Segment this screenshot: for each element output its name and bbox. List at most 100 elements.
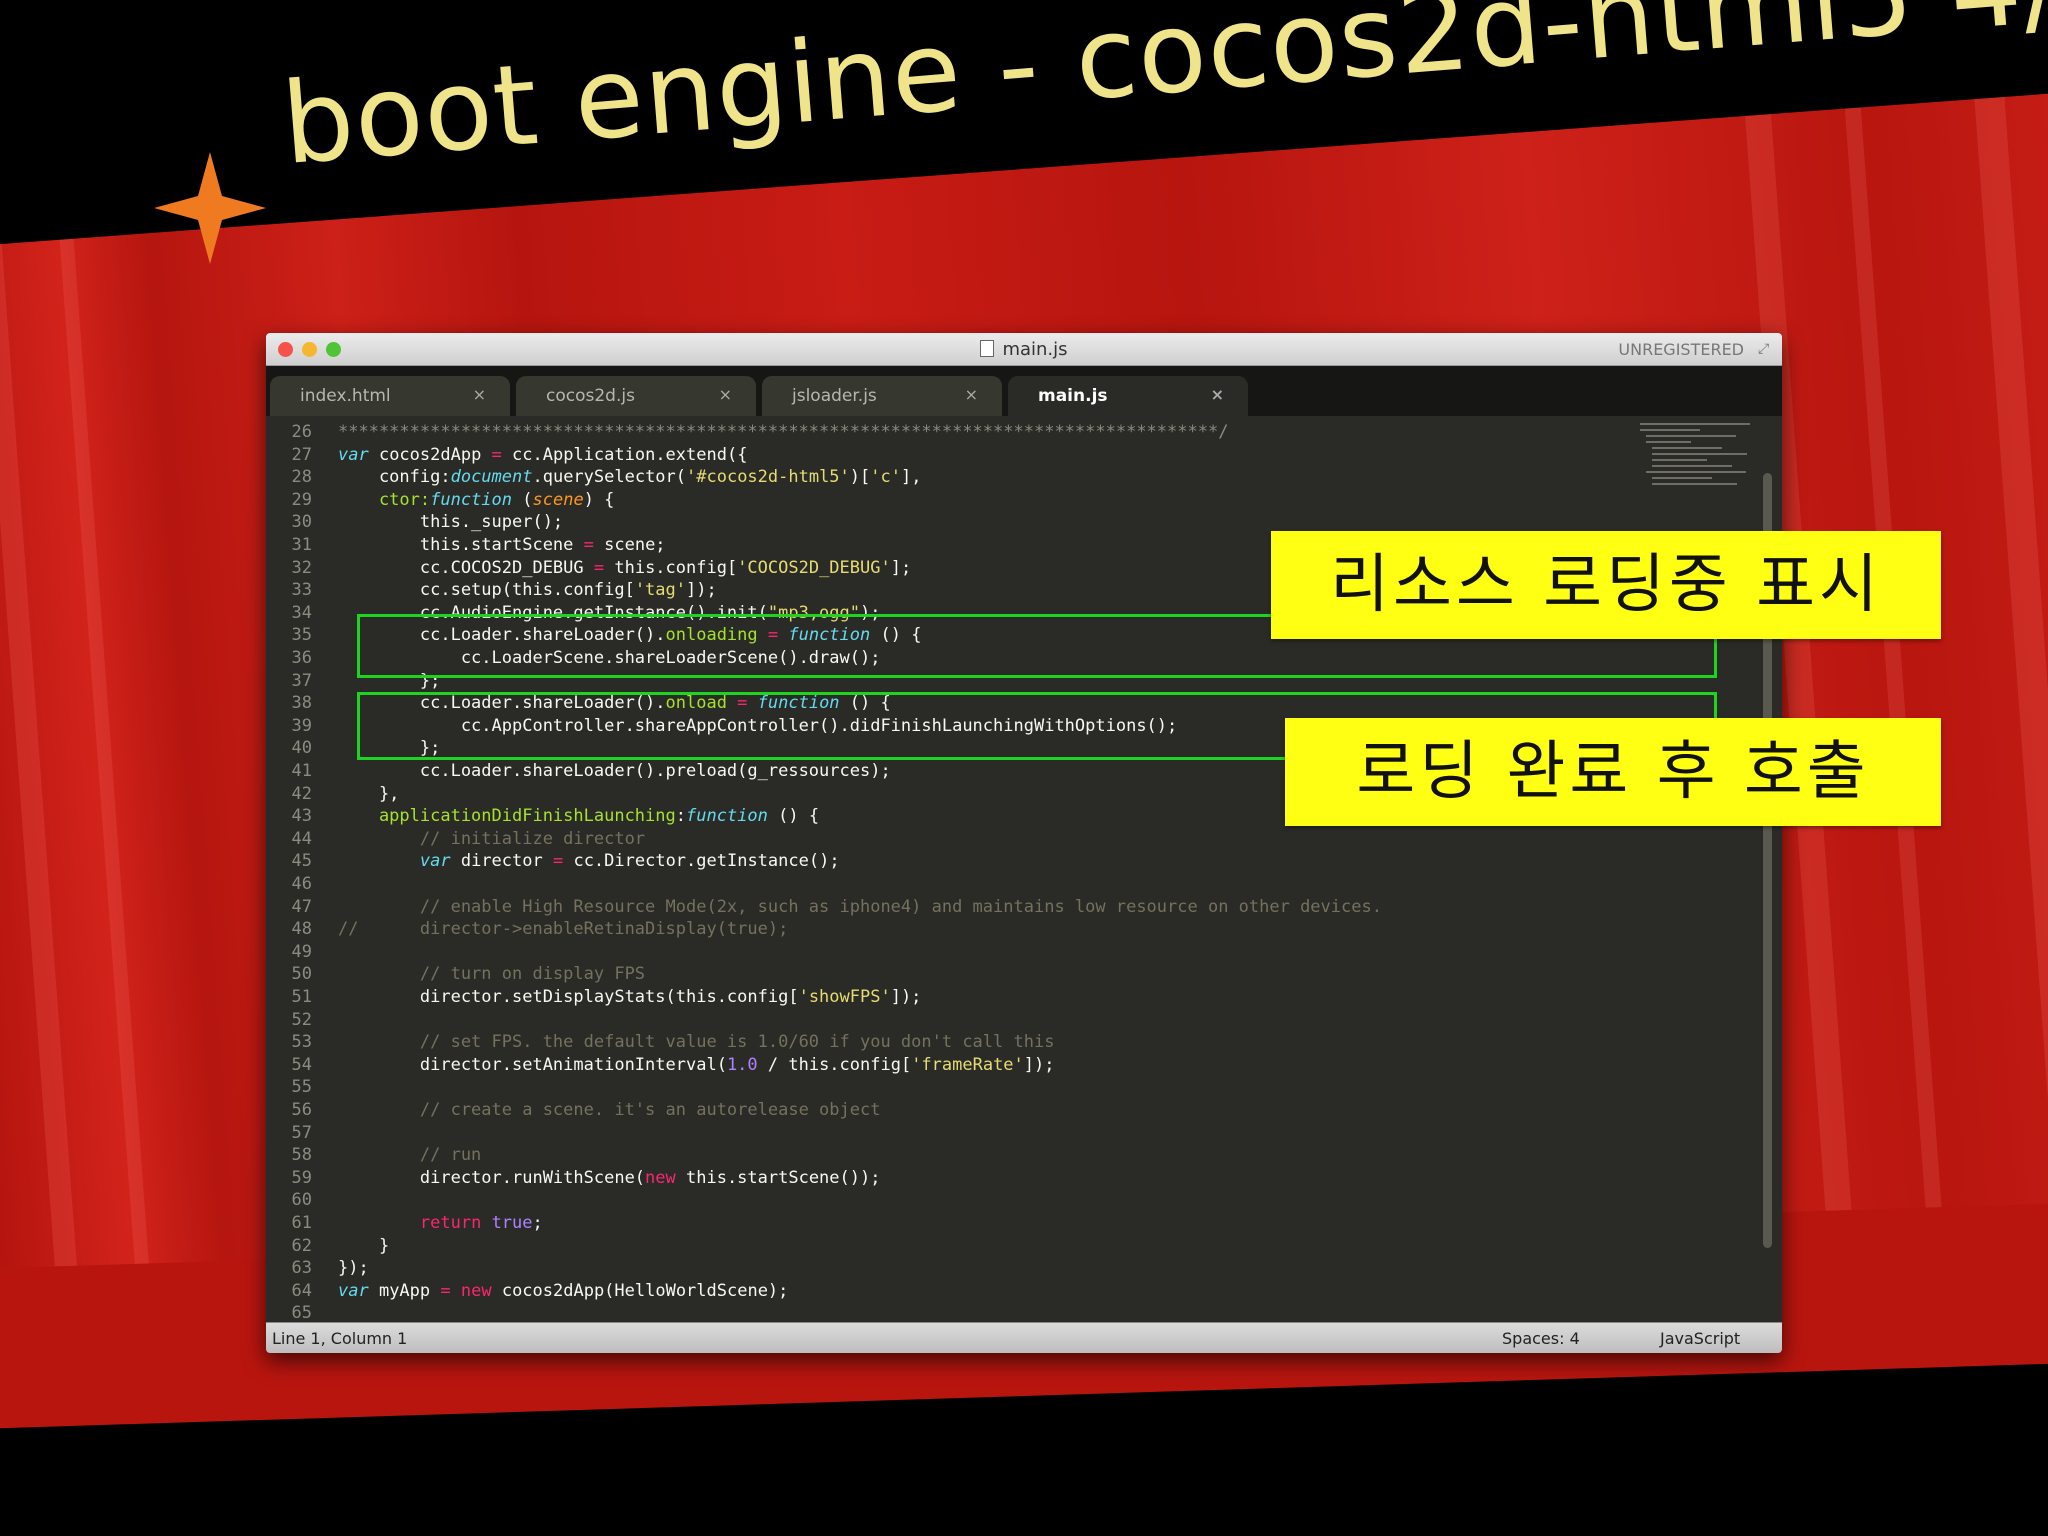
code-text: this.startScene()); (675, 1167, 881, 1188)
code-keyword: document (450, 467, 533, 488)
code-line: // initialize director (338, 828, 645, 851)
code-line: var cocos2dApp = cc.Application.extend({ (338, 444, 747, 467)
curtain-stripe (1974, 96, 2048, 1257)
line-number: 36 (291, 648, 312, 668)
code-text: cc.Loader.shareLoader().preload(g_ressou… (338, 761, 891, 781)
line-number: 29 (291, 489, 312, 510)
code-text: : (675, 806, 687, 827)
syntax-selector[interactable]: JavaScript (1660, 1329, 1740, 1348)
line-number: 54 (291, 1054, 312, 1075)
code-text: director (450, 851, 553, 872)
tab-close-icon[interactable]: × (473, 385, 486, 404)
line-number: 51 (291, 987, 312, 1007)
code-keyword: function (686, 806, 768, 827)
code-line: director.setDisplayStats(this.config['sh… (338, 986, 922, 1009)
code-keyword: new (460, 1280, 492, 1301)
tab-close-icon[interactable]: × (965, 385, 978, 404)
code-constant: true (491, 1213, 533, 1233)
minimap-line (1646, 471, 1746, 473)
window-title: main.js (266, 339, 1782, 360)
line-number: 39 (291, 715, 312, 736)
code-text: ]); (890, 987, 922, 1007)
code-operator: = (583, 535, 594, 555)
tab-close-icon[interactable]: × (1211, 385, 1224, 404)
code-keyword: var (338, 1280, 369, 1301)
load-complete-callout: 로딩 완료 후 호출 (1285, 718, 1941, 826)
line-number: 40 (291, 738, 312, 759)
line-number: 37 (291, 670, 312, 691)
line-number: 33 (291, 580, 312, 601)
tab-cocos2d-js[interactable]: cocos2d.js × (516, 376, 756, 416)
code-line: }); (338, 1257, 369, 1280)
unregistered-label: UNREGISTERED (1618, 340, 1744, 359)
tab-label: main.js (1038, 386, 1108, 406)
line-number: 45 (291, 851, 312, 872)
tab-close-icon[interactable]: × (719, 385, 732, 404)
code-comment: // enable High Resource Mode(2x, such as… (338, 896, 1382, 917)
code-text: } (338, 1235, 390, 1256)
code-line: director.setAnimationInterval(1.0 / this… (338, 1054, 1055, 1077)
code-keyword: var (338, 444, 369, 465)
code-function-name: ctor: (338, 489, 431, 510)
code-function-name: applicationDidFinishLaunching (338, 806, 676, 827)
line-number: 32 (291, 557, 312, 578)
code-line: config:document.querySelector('#cocos2d-… (338, 466, 922, 489)
code-operator: = (440, 1280, 451, 1301)
code-text: cocos2dApp(HelloWorldScene); (491, 1280, 789, 1301)
line-number: 50 (291, 964, 312, 985)
line-number: 61 (291, 1213, 312, 1233)
code-text: director.setAnimationInterval( (338, 1054, 727, 1075)
code-line: this.startScene = scene; (338, 534, 666, 557)
tab-jsloader-js[interactable]: jsloader.js × (762, 376, 1002, 416)
line-number: 64 (291, 1280, 312, 1301)
code-text: ; (532, 1213, 543, 1233)
code-line: // run (338, 1144, 481, 1167)
line-number: 57 (291, 1122, 312, 1143)
slide: boot engine - cocos2d-html5 4/8 main.js … (0, 0, 2048, 1536)
code-text: cc.Application.extend({ (501, 444, 748, 465)
code-line: // enable High Resource Mode(2x, such as… (338, 896, 1382, 919)
tab-bar: index.html × cocos2d.js × jsloader.js × … (266, 366, 1782, 416)
line-number: 42 (291, 783, 312, 804)
code-text: }, (338, 783, 400, 804)
line-number: 34 (291, 602, 312, 623)
code-text: )[ (849, 467, 871, 488)
code-text: this.config[ (604, 557, 738, 578)
code-text: director.setDisplayStats(this.config[ (338, 987, 799, 1007)
line-number: 43 (291, 806, 312, 827)
code-text: this._super(); (338, 512, 564, 533)
star-bullet-icon (154, 152, 266, 264)
code-line: // turn on display FPS (338, 963, 645, 986)
line-number: 41 (291, 761, 312, 781)
line-number: 59 (291, 1167, 312, 1188)
minimap-line (1646, 435, 1736, 437)
code-keyword: var (419, 851, 451, 872)
code-parameter: scene (532, 489, 584, 510)
tab-main-js[interactable]: main.js × (1008, 376, 1248, 416)
document-icon (980, 340, 995, 357)
code-text: cocos2dApp (368, 444, 492, 465)
code-string: 'c' (870, 467, 901, 488)
code-text: config: (338, 467, 451, 488)
indentation-selector[interactable]: Spaces: 4 (1502, 1329, 1580, 1348)
minimap-line (1652, 453, 1747, 455)
minimap[interactable] (1640, 421, 1758, 501)
fullscreen-icon[interactable]: ⤢ (1758, 341, 1774, 357)
line-number: 26 (291, 422, 312, 442)
code-text: cc.setup(this.config[ (338, 580, 635, 601)
code-operator: = (552, 851, 564, 872)
line-number: 44 (291, 828, 312, 849)
window-title-text: main.js (1002, 339, 1068, 360)
code-line: cc.COCOS2D_DEBUG = this.config['COCOS2D_… (338, 557, 911, 580)
tab-label: index.html (300, 386, 391, 406)
code-string: 'frameRate' (911, 1054, 1024, 1075)
line-number: 53 (291, 1032, 312, 1053)
code-comment: // run (338, 1145, 482, 1166)
code-text: ]; (890, 557, 912, 578)
tab-index-html[interactable]: index.html × (270, 376, 510, 416)
code-text: director.runWithScene( (338, 1167, 646, 1188)
line-number: 27 (291, 444, 312, 465)
line-number: 60 (291, 1190, 312, 1211)
